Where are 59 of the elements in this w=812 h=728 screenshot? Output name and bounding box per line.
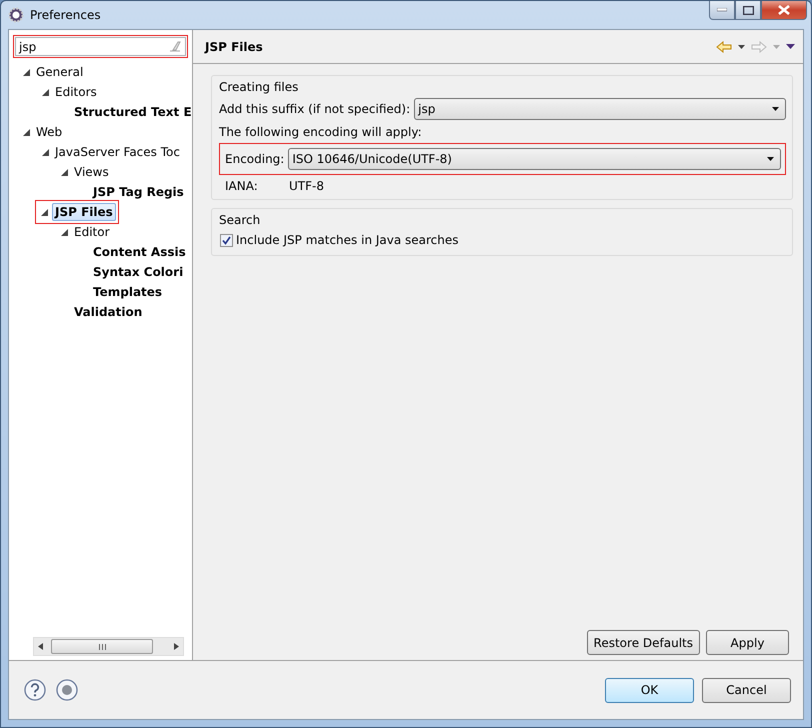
tree-item[interactable]: Views (72, 164, 111, 180)
checkbox[interactable] (220, 234, 233, 246)
close-icon (778, 5, 790, 15)
group-title: Search (219, 213, 262, 227)
maximize-button[interactable] (735, 1, 761, 20)
group-title: Creating files (219, 80, 300, 94)
tree-item[interactable]: Content Assis (91, 244, 188, 260)
tree-item[interactable]: JavaServer Faces Toc (53, 144, 182, 160)
tree-item[interactable]: Templates (91, 284, 164, 300)
tree-item[interactable]: Syntax Colori (91, 264, 186, 280)
suffix-dropdown[interactable]: jsp (414, 98, 786, 120)
scroll-left-icon (38, 643, 43, 650)
tree-item[interactable]: JSP Tag Regis (91, 184, 186, 200)
field-label: Add this suffix (if not specified): (219, 102, 410, 116)
field-label: IANA: (225, 179, 259, 193)
checkbox-label[interactable]: Include JSP matches in Java searches (236, 233, 459, 247)
encoding-dropdown[interactable]: ISO 10646/Unicode(UTF-8) (288, 148, 781, 170)
window-title: Preferences (30, 8, 102, 22)
tree-item[interactable]: Web (34, 124, 64, 140)
minimize-icon (717, 8, 727, 12)
field-label: Encoding: (225, 152, 284, 166)
gear-icon (8, 7, 24, 23)
expanded-arrow-icon[interactable] (61, 168, 68, 176)
page-title: JSP Files (205, 40, 264, 54)
help-icon[interactable] (24, 679, 46, 701)
tree-item[interactable]: Editors (53, 84, 99, 100)
field-value: jsp (19, 40, 36, 54)
expanded-arrow-icon[interactable] (23, 128, 30, 136)
grip-icon (98, 644, 106, 650)
dialog-button[interactable]: OK (605, 678, 694, 702)
scroll-thumb[interactable] (51, 639, 153, 654)
dialog-button[interactable]: Apply (706, 630, 789, 655)
tree-item[interactable]: Editor (72, 224, 112, 240)
tree-item[interactable]: General (34, 64, 86, 80)
minimize-button[interactable] (709, 1, 735, 20)
dropdown-arrow-icon (772, 107, 779, 111)
expanded-arrow-icon[interactable] (23, 68, 30, 76)
record-icon[interactable] (56, 679, 78, 701)
eraser-icon (169, 41, 181, 52)
dropdown-arrow-icon (767, 157, 774, 161)
close-button[interactable] (761, 1, 807, 20)
expanded-arrow-icon[interactable] (61, 228, 68, 236)
tree-item[interactable]: Structured Text E (72, 104, 192, 120)
info-text: The following encoding will apply: (219, 125, 423, 139)
field-value: UTF-8 (289, 179, 324, 193)
view-menu-icon[interactable] (786, 44, 795, 49)
maximize-icon (742, 6, 754, 14)
back-arrow-icon[interactable] (716, 40, 732, 52)
horizontal-scrollbar[interactable] (33, 637, 184, 656)
expanded-arrow-icon[interactable] (42, 148, 49, 156)
expanded-arrow-icon[interactable] (42, 88, 49, 96)
dialog-button[interactable]: Restore Defaults (586, 630, 700, 655)
expanded-arrow-icon[interactable] (41, 208, 48, 216)
scroll-right-icon (174, 643, 179, 650)
tree-item[interactable]: Validation (72, 304, 144, 320)
filter-field[interactable]: jsp (15, 37, 186, 56)
dialog-button[interactable]: Cancel (702, 678, 791, 702)
tree-item[interactable]: JSP Files (52, 203, 116, 221)
dropdown-icon[interactable] (738, 44, 745, 48)
